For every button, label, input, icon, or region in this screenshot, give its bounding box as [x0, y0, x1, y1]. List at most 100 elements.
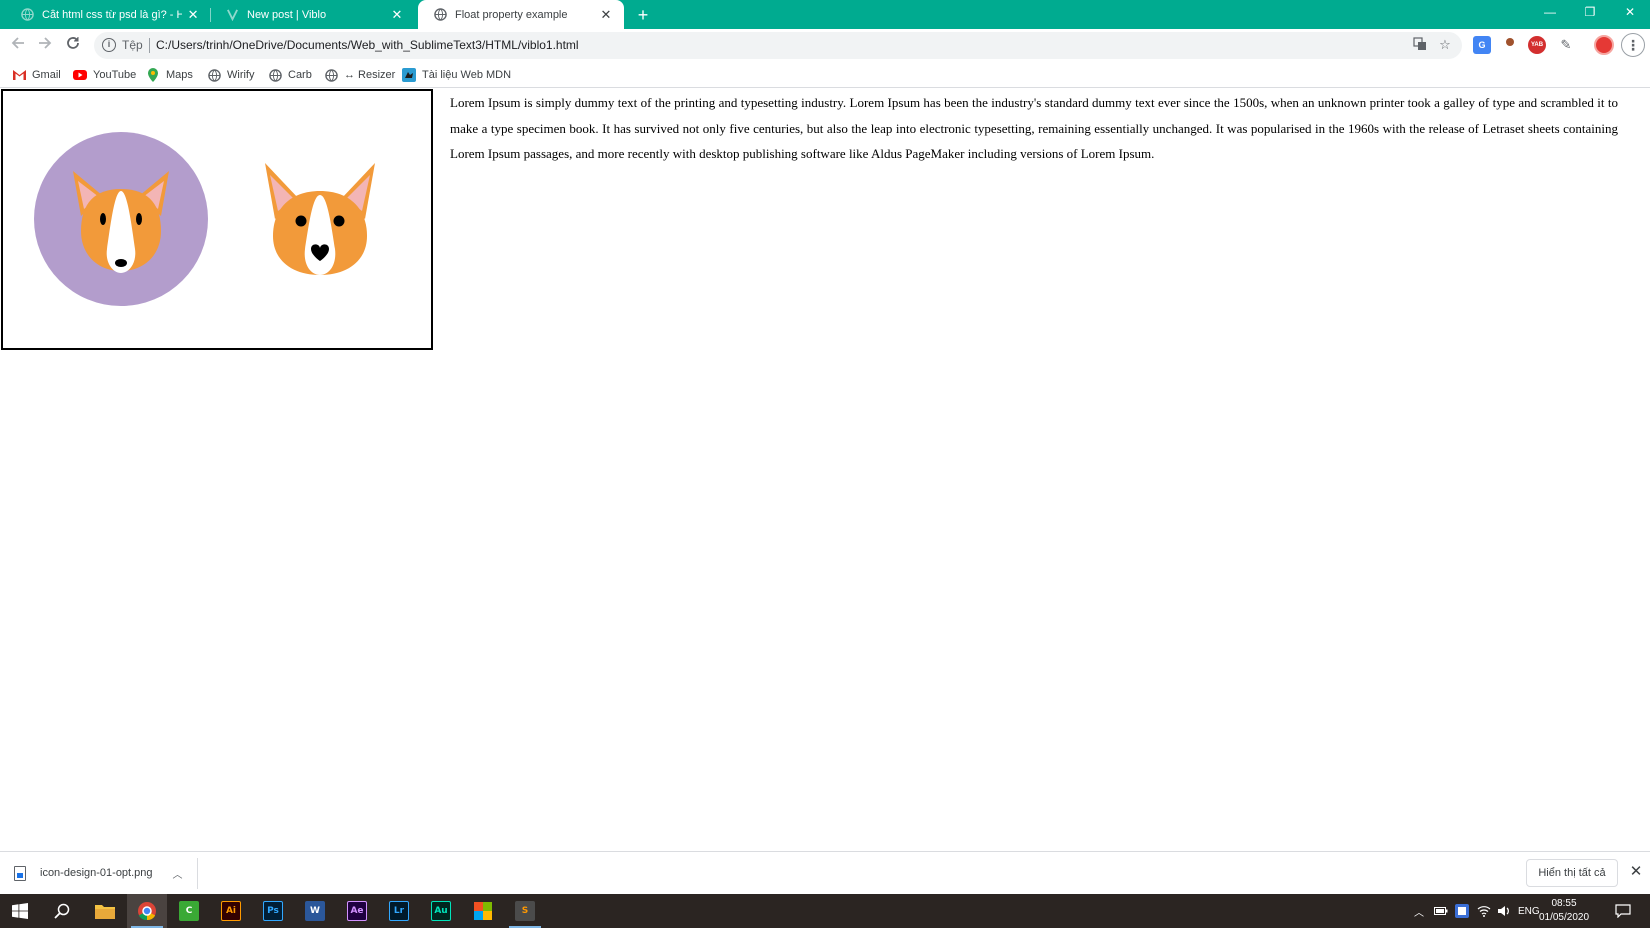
floated-image	[1, 89, 433, 350]
close-shelf-icon[interactable]: ✕	[1626, 862, 1646, 882]
new-tab-button[interactable]: +	[632, 4, 654, 26]
search-button[interactable]	[42, 894, 82, 928]
bookmark-wirify[interactable]: Wirify	[207, 66, 255, 84]
search-icon	[54, 903, 70, 919]
taskbar-word[interactable]: W	[295, 894, 335, 928]
tab-title: Cắt html css từ psd là gì? - Học h	[42, 8, 183, 21]
lorem-paragraph: Lorem Ipsum is simply dummy text of the …	[450, 95, 1618, 161]
close-tab-icon[interactable]: ✕	[389, 7, 405, 23]
show-all-button[interactable]: Hiển thị tất cả	[1526, 859, 1618, 887]
bookmark-label: YouTube	[93, 69, 137, 81]
download-file-name: icon-design-01-opt.png	[40, 867, 153, 879]
yab-extension-icon[interactable]: YAB	[1528, 36, 1546, 54]
info-icon[interactable]: i	[102, 38, 116, 52]
tab-cat-html[interactable]: Cắt html css từ psd là gì? - Học h ✕	[5, 0, 210, 29]
wifi-icon[interactable]	[1477, 894, 1491, 928]
windows-logo-icon	[12, 903, 28, 919]
taskbar-chrome[interactable]	[127, 894, 167, 928]
globe-icon	[268, 68, 282, 82]
maps-icon	[146, 68, 160, 82]
folder-icon	[95, 901, 115, 921]
close-window-button[interactable]: ✕	[1607, 0, 1650, 24]
back-button[interactable]	[6, 34, 30, 58]
bookmark-carb[interactable]: Carb	[268, 66, 312, 84]
shelf-divider	[197, 858, 198, 889]
taskbar-clock[interactable]: 08:55 01/05/2020	[1536, 897, 1592, 925]
camtasia-icon: C	[179, 901, 199, 921]
close-tab-icon[interactable]: ✕	[598, 7, 614, 23]
globe-icon	[20, 8, 34, 22]
image-file-icon	[14, 865, 26, 881]
url-text[interactable]: C:/Users/trinh/OneDrive/Documents/Web_wi…	[156, 38, 579, 52]
office-icon	[473, 901, 493, 921]
page-content: Lorem Ipsum is simply dummy text of the …	[0, 88, 1650, 851]
sublime-text-icon: S	[515, 901, 535, 921]
mdn-icon	[402, 68, 416, 82]
photoshop-icon: Ps	[263, 901, 283, 921]
illustrator-icon: Ai	[221, 901, 241, 921]
eyedropper-extension-icon[interactable]: ✎	[1557, 36, 1575, 54]
translate-icon[interactable]	[1412, 37, 1428, 53]
bookmark-label: Wirify	[227, 69, 255, 81]
globe-icon	[207, 68, 221, 82]
volume-icon[interactable]	[1497, 894, 1511, 928]
tab-float-property[interactable]: Float property example ✕	[418, 0, 624, 29]
bookmark-maps[interactable]: Maps	[146, 66, 193, 84]
viblo-logo-icon	[225, 8, 239, 22]
bookmark-mdn[interactable]: Tài liệu Web MDN	[402, 66, 511, 84]
corgi-icon	[265, 163, 375, 275]
corgi-icons-image	[34, 132, 375, 306]
bookmark-gmail[interactable]: Gmail	[12, 66, 61, 84]
taskbar-camtasia[interactable]: C	[169, 894, 209, 928]
battery-icon[interactable]	[1434, 894, 1448, 928]
taskbar-sublime-text[interactable]: S	[505, 894, 545, 928]
bookmark-label: Maps	[166, 69, 193, 81]
audition-icon: Au	[431, 901, 451, 921]
bookmark-youtube[interactable]: YouTube	[73, 66, 136, 84]
youtube-icon	[73, 68, 87, 82]
download-item[interactable]: icon-design-01-opt.png ︿	[14, 860, 183, 886]
taskbar-audition[interactable]: Au	[421, 894, 461, 928]
taskbar-illustrator[interactable]: Ai	[211, 894, 251, 928]
taskbar-after-effects[interactable]: Ae	[337, 894, 377, 928]
reload-icon	[67, 37, 79, 49]
show-hidden-icons-button[interactable]: ︿	[1414, 894, 1424, 928]
bookmark-star-icon[interactable]: ☆	[1437, 37, 1453, 53]
lightroom-icon: Lr	[389, 901, 409, 921]
bookmark-label: ↔ Resizer	[344, 69, 396, 81]
google-translate-extension-icon[interactable]: G	[1473, 36, 1491, 54]
clock-time: 08:55	[1551, 898, 1577, 909]
bookmark-label: Tài liệu Web MDN	[422, 69, 512, 81]
address-bar[interactable]: i Tệp C:/Users/trinh/OneDrive/Documents/…	[94, 32, 1462, 59]
chevron-up-icon[interactable]: ︿	[173, 866, 183, 881]
start-button[interactable]	[0, 894, 40, 928]
arrow-left-icon	[11, 37, 24, 49]
clock-date: 01/05/2020	[1538, 912, 1590, 923]
tab-strip: Cắt html css từ psd là gì? - Học h ✕ New…	[0, 0, 1650, 29]
bookmark-label: Carb	[288, 69, 312, 81]
arrow-right-icon	[39, 37, 52, 49]
corgi-circle-icon	[34, 132, 208, 306]
notification-icon	[1615, 904, 1631, 918]
app-tray-icon[interactable]	[1455, 894, 1469, 928]
tab-title: New post | Viblo	[247, 8, 327, 21]
windows-taskbar: C Ai Ps W Ae Lr Au S ︿ ENG 08:55 01/05/2…	[0, 894, 1650, 928]
forward-button[interactable]	[33, 34, 57, 58]
globe-icon	[324, 68, 338, 82]
browser-menu-button[interactable]: ⋮	[1621, 33, 1645, 57]
taskbar-lightroom[interactable]: Lr	[379, 894, 419, 928]
bookmark-label: Gmail	[32, 69, 61, 81]
action-center-button[interactable]	[1615, 894, 1631, 928]
download-shelf: icon-design-01-opt.png ︿ Hiển thị tất cả…	[0, 851, 1650, 894]
taskbar-file-explorer[interactable]	[85, 894, 125, 928]
chrome-icon	[137, 901, 157, 921]
taskbar-photoshop[interactable]: Ps	[253, 894, 293, 928]
tab-viblo[interactable]: New post | Viblo ✕	[210, 0, 415, 29]
extension-brown-icon[interactable]	[1501, 36, 1519, 54]
taskbar-office[interactable]	[463, 894, 503, 928]
scheme-label: Tệp	[122, 38, 143, 52]
profile-avatar[interactable]	[1594, 35, 1614, 55]
bookmark-resizer[interactable]: ↔ Resizer	[324, 66, 395, 84]
close-tab-icon[interactable]: ✕	[186, 7, 200, 23]
reload-button[interactable]	[61, 34, 85, 58]
